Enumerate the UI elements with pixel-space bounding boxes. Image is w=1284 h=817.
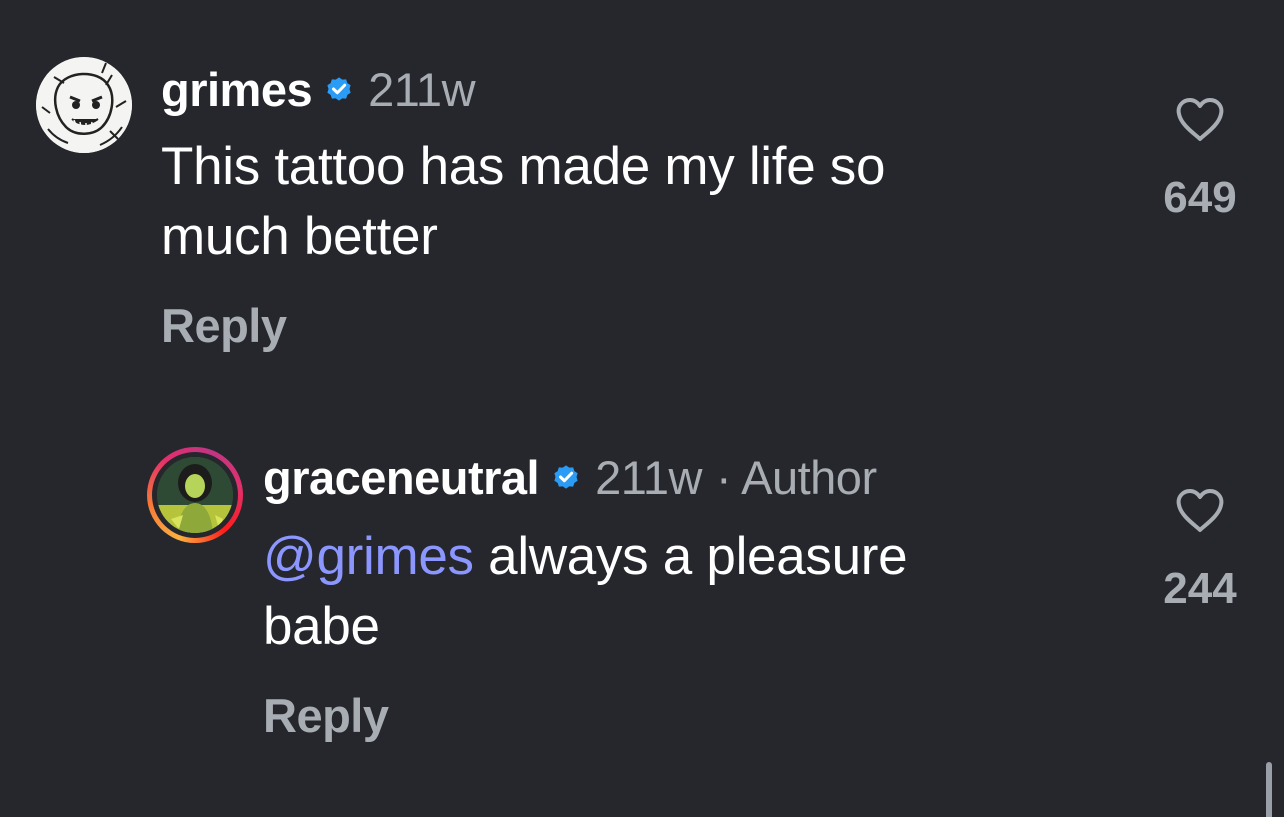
scrollbar[interactable] <box>1266 762 1272 817</box>
username[interactable]: grimes <box>161 62 313 117</box>
timestamp: 211w <box>595 450 702 504</box>
like-count: 649 <box>1163 173 1237 222</box>
like-control: 244 <box>1145 488 1255 614</box>
author-tag: · Author <box>716 450 877 504</box>
mention-link[interactable]: @grimes <box>263 527 474 586</box>
comment-text-line: @grimes always a pleasure <box>263 522 1063 592</box>
avatar-photo <box>157 457 233 533</box>
comment-text: This tattoo has made my life so much bet… <box>161 132 1061 272</box>
comments-screen: grimes 211w This tattoo has made my life… <box>0 0 1284 817</box>
like-count: 244 <box>1163 564 1237 613</box>
avatar[interactable] <box>36 57 132 153</box>
heart-outline-icon[interactable] <box>1175 488 1225 534</box>
avatar <box>157 457 233 533</box>
comment-text-line: much better <box>161 207 438 266</box>
comment-header: grimes 211w <box>161 60 476 118</box>
heart-outline-icon[interactable] <box>1175 97 1225 143</box>
avatar-illustration <box>36 57 132 153</box>
comment-grimes: grimes 211w This tattoo has made my life… <box>0 0 1284 400</box>
story-ring-avatar[interactable] <box>147 447 243 543</box>
like-control: 649 <box>1145 97 1255 223</box>
reply-button[interactable]: Reply <box>263 688 389 743</box>
verified-badge-icon <box>554 465 578 489</box>
comment-header: graceneutral 211w · Author <box>263 448 877 506</box>
comment-graceneutral: graceneutral 211w · Author @grimes alway… <box>0 400 1284 817</box>
timestamp: 211w <box>368 62 476 116</box>
comment-text: @grimes always a pleasure babe <box>263 522 1063 662</box>
reply-button[interactable]: Reply <box>161 298 287 353</box>
comment-text-line: babe <box>263 597 380 656</box>
username[interactable]: graceneutral <box>263 450 540 505</box>
verified-badge-icon <box>327 77 351 101</box>
comment-text-segment: always a pleasure <box>473 527 908 586</box>
comment-text-line: This tattoo has made my life so <box>161 137 886 196</box>
